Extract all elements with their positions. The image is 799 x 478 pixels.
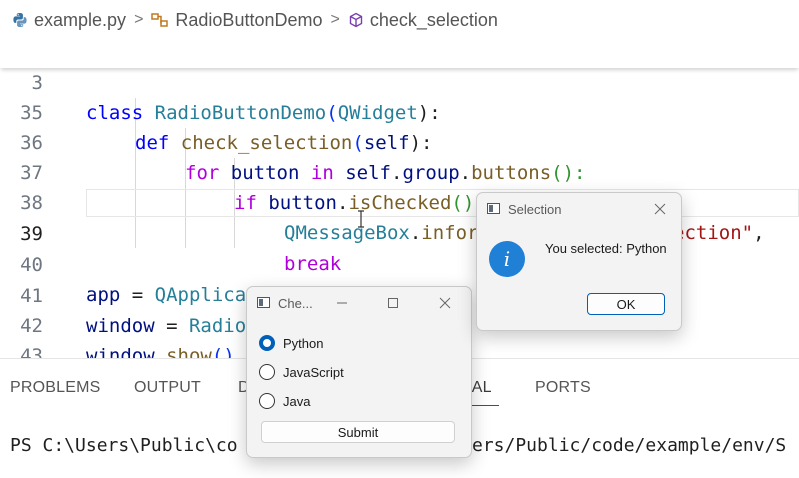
breadcrumb-separator: > — [330, 11, 340, 28]
code-line[interactable]: class RadioButtonDemo(QWidget): — [86, 98, 441, 128]
breadcrumb-class-label: RadioButtonDemo — [175, 9, 323, 30]
breadcrumb-file-label: example.py — [34, 9, 127, 30]
minimize-icon[interactable] — [331, 293, 353, 313]
information-icon: i — [489, 241, 525, 277]
code-row[interactable]: 35 def check_selection(self): — [0, 68, 799, 154]
python-file-icon — [12, 12, 28, 28]
breadcrumb-method[interactable]: check_selection — [348, 10, 498, 31]
terminal-text-right: ers/Public/code/example/env/S — [472, 435, 787, 456]
submit-button[interactable]: Submit — [261, 421, 455, 443]
radio-label: Java — [283, 393, 311, 409]
sticky-scroll-line[interactable]: 3 class RadioButtonDemo(QWidget): — [0, 38, 799, 124]
window-titlebar[interactable]: Selection — [477, 193, 681, 225]
tab-ports[interactable]: PORTS — [535, 379, 591, 397]
terminal-prompt[interactable]: PS C:\Users\Public\co ers/Public/code/exa… — [10, 435, 786, 456]
qt-app-window-icon — [257, 297, 270, 308]
text-cursor-icon — [357, 210, 365, 233]
window-title: Che... — [278, 296, 313, 311]
tab-problems[interactable]: PROBLEMS — [10, 379, 101, 397]
window-titlebar[interactable]: Che... — [247, 287, 471, 319]
radio-label: Python — [283, 335, 324, 351]
terminal-text-left: PS C:\Users\Public\co — [10, 435, 238, 456]
maximize-icon[interactable] — [382, 293, 404, 313]
tab-output[interactable]: OUTPUT — [134, 379, 201, 397]
qt-app-window-icon — [487, 203, 500, 214]
radio-option-python[interactable]: Python — [259, 335, 323, 351]
breadcrumb-class[interactable]: RadioButtonDemo — [151, 9, 323, 31]
radio-option-java[interactable]: Java — [259, 393, 310, 409]
radio-button[interactable] — [259, 364, 275, 380]
breadcrumb-file[interactable]: example.py — [12, 10, 126, 31]
breadcrumb: example.py > RadioButtonDemo > check_sel… — [0, 0, 799, 40]
close-icon[interactable] — [434, 293, 456, 313]
ok-button[interactable]: OK — [587, 293, 665, 315]
breadcrumb-method-label: check_selection — [369, 9, 498, 30]
radio-label: JavaScript — [283, 364, 344, 380]
message-text: You selected: Python — [545, 241, 667, 256]
radio-option-javascript[interactable]: JavaScript — [259, 364, 344, 380]
class-symbol-icon — [151, 12, 169, 28]
breadcrumb-separator: > — [134, 11, 144, 28]
selection-message-box[interactable]: Selection i You selected: Python OK — [476, 192, 682, 331]
radio-demo-window[interactable]: Che... Python JavaScript Java Submit — [246, 286, 472, 458]
radio-button[interactable] — [259, 335, 275, 351]
radio-button[interactable] — [259, 393, 275, 409]
code-row[interactable]: 37 if button.isChecked(): — [0, 128, 799, 214]
close-icon[interactable] — [649, 199, 671, 219]
line-number: 3 — [31, 72, 43, 94]
method-cube-icon — [348, 12, 364, 28]
code-row[interactable]: 38 QMessageBox.information(self, "Select… — [0, 158, 799, 244]
window-title: Selection — [508, 202, 562, 217]
